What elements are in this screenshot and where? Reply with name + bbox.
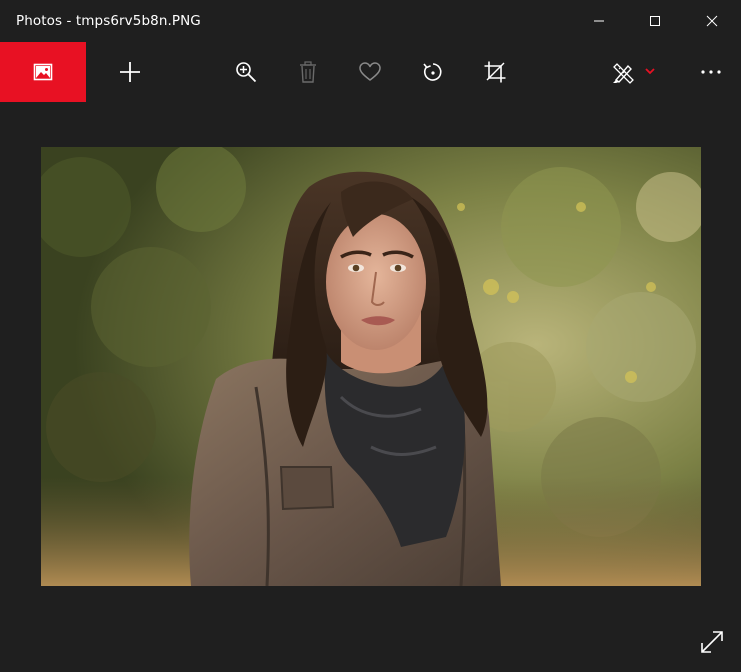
edit-create-button[interactable]: [604, 42, 668, 102]
favorite-button[interactable]: [346, 42, 394, 102]
more-icon: [701, 70, 721, 74]
window-title: Photos - tmps6rv5b8n.PNG: [16, 13, 201, 29]
fullscreen-button[interactable]: [692, 622, 732, 662]
collection-button[interactable]: [0, 42, 86, 102]
photos-app-window: Photos - tmps6rv5b8n.PNG: [0, 0, 741, 672]
zoom-button[interactable]: [222, 42, 270, 102]
minimize-icon: [594, 20, 604, 22]
maximize-icon: [650, 16, 660, 26]
trash-icon: [300, 61, 316, 83]
close-icon: [706, 15, 718, 27]
rotate-icon: [423, 63, 442, 81]
minimize-button[interactable]: [571, 0, 627, 42]
edit-draw-icon: [613, 63, 655, 84]
title-bar[interactable]: Photos - tmps6rv5b8n.PNG: [0, 0, 741, 42]
picture-icon: [33, 63, 53, 81]
photo-viewer-image[interactable]: [41, 147, 701, 586]
more-options-button[interactable]: [687, 42, 735, 102]
delete-button[interactable]: [284, 42, 332, 102]
crop-icon: [484, 61, 506, 83]
add-button[interactable]: [106, 42, 154, 102]
plus-icon: [120, 62, 140, 82]
toolbar: [0, 42, 741, 102]
chevron-down-icon: [645, 68, 655, 75]
maximize-button[interactable]: [627, 0, 683, 42]
expand-icon: [701, 631, 723, 653]
heart-icon: [359, 62, 381, 81]
crop-button[interactable]: [471, 42, 519, 102]
rotate-button[interactable]: [409, 42, 457, 102]
close-button[interactable]: [683, 0, 741, 42]
photo: [41, 147, 701, 586]
zoom-in-icon: [236, 62, 257, 83]
